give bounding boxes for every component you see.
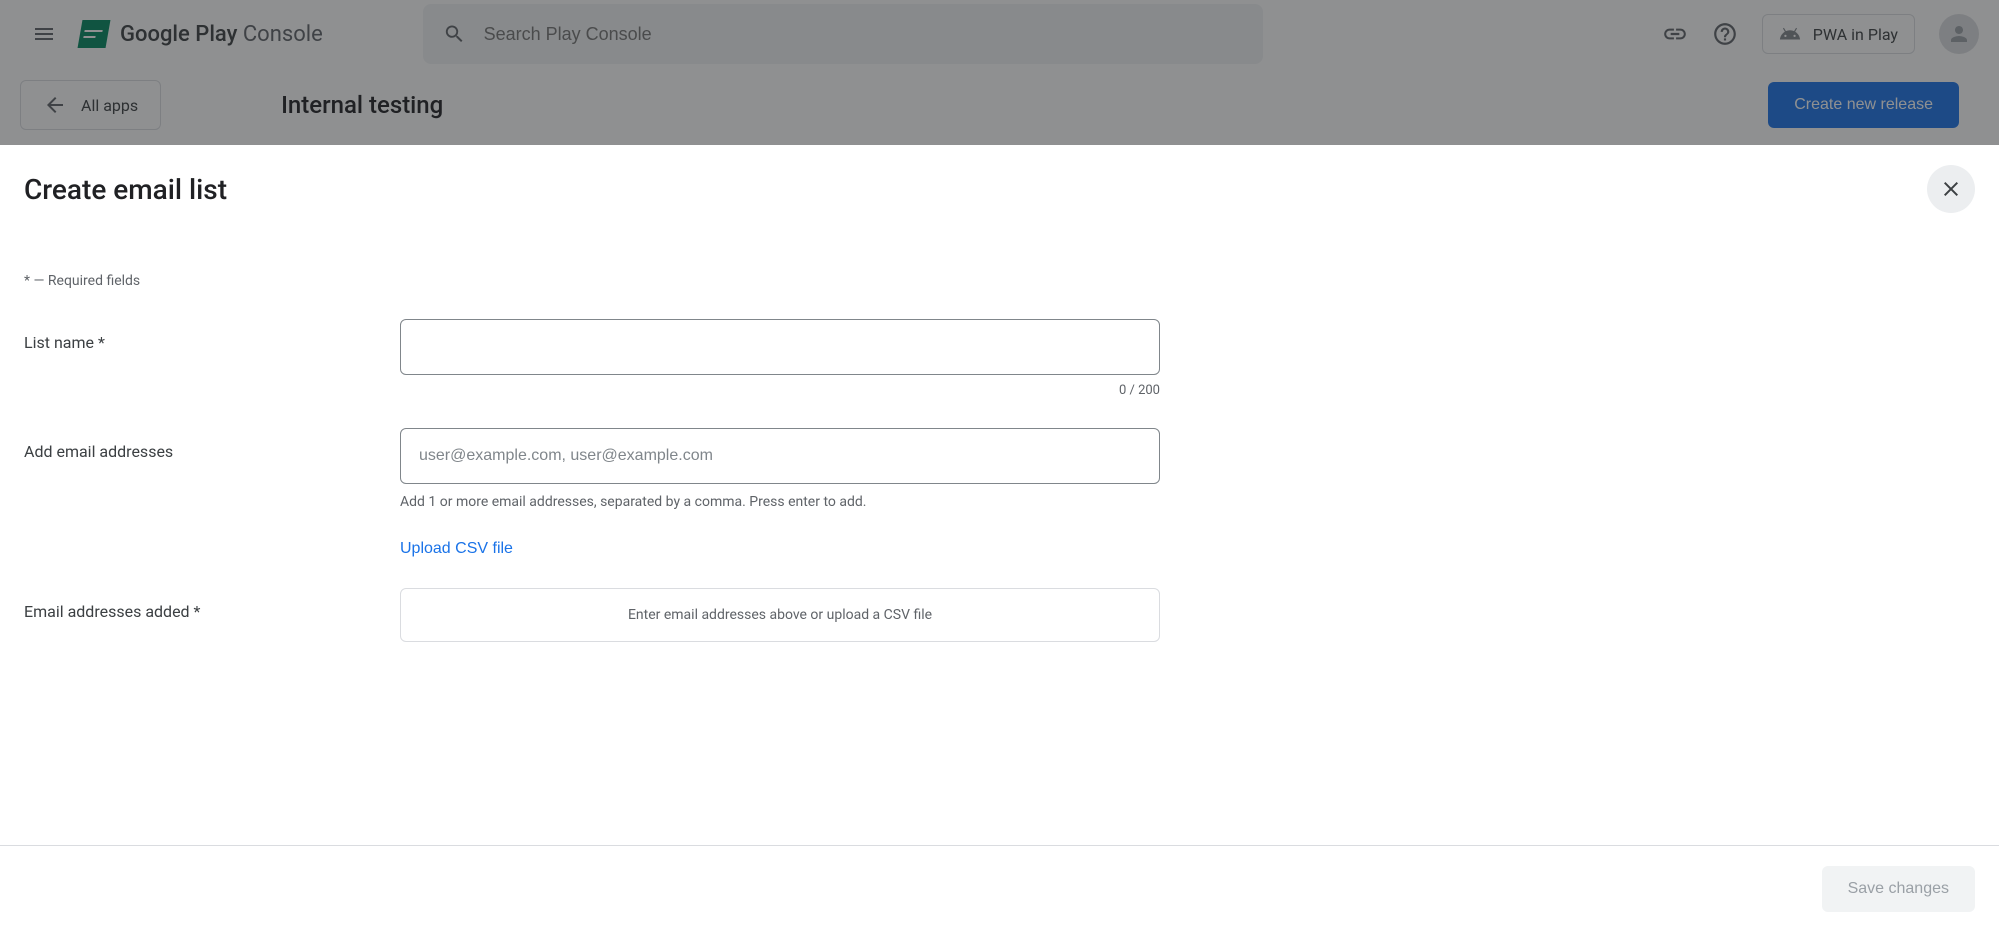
all-apps-label: All apps [81, 96, 138, 115]
page-title: Internal testing [281, 91, 443, 119]
user-avatar[interactable] [1939, 14, 1979, 54]
list-name-char-count: 0 / 200 [400, 383, 1160, 398]
list-name-label: List name * [24, 319, 400, 352]
background-dimmed: Google Play Console PWA in Play All apps… [0, 0, 1999, 145]
top-bar: Google Play Console PWA in Play [0, 0, 1999, 68]
search-input[interactable] [484, 24, 1243, 45]
emails-added-label: Email addresses added * [24, 588, 400, 621]
dialog-title: Create email list [24, 173, 227, 206]
play-console-logo-icon [78, 20, 111, 48]
android-icon [1779, 23, 1801, 45]
all-apps-button[interactable]: All apps [20, 80, 161, 130]
save-changes-button[interactable]: Save changes [1822, 866, 1975, 912]
topbar-actions: PWA in Play [1662, 14, 1979, 54]
upload-csv-button[interactable]: Upload CSV file [400, 540, 513, 558]
app-selector-chip[interactable]: PWA in Play [1762, 14, 1915, 54]
back-arrow-icon [43, 93, 67, 117]
emails-added-row: Email addresses added * Enter email addr… [24, 588, 1975, 642]
close-icon [1939, 177, 1963, 201]
search-box[interactable] [423, 4, 1263, 64]
search-icon [443, 22, 466, 46]
required-fields-note: * — Required fields [24, 273, 1975, 289]
emails-added-empty-state: Enter email addresses above or upload a … [400, 588, 1160, 642]
add-emails-row: Add email addresses Add 1 or more email … [24, 428, 1975, 558]
dialog-body: * — Required fields List name * 0 / 200 … [0, 223, 1999, 845]
dialog-footer: Save changes [0, 845, 1999, 932]
add-emails-label: Add email addresses [24, 428, 400, 461]
add-emails-input[interactable] [400, 428, 1160, 484]
create-release-button[interactable]: Create new release [1768, 82, 1959, 128]
sub-header: All apps Internal testing Create new rel… [0, 68, 1999, 142]
dialog-header: Create email list [0, 145, 1999, 223]
close-dialog-button[interactable] [1927, 165, 1975, 213]
help-icon[interactable] [1712, 21, 1738, 47]
create-email-list-dialog: Create email list * — Required fields Li… [0, 145, 1999, 932]
hamburger-menu-icon[interactable] [32, 22, 56, 46]
person-icon [1947, 22, 1971, 46]
list-name-row: List name * 0 / 200 [24, 319, 1975, 398]
add-emails-helper: Add 1 or more email addresses, separated… [400, 494, 1160, 510]
logo[interactable]: Google Play Console [80, 20, 323, 48]
logo-text: Google Play Console [120, 22, 323, 47]
link-icon[interactable] [1662, 21, 1688, 47]
app-chip-label: PWA in Play [1813, 25, 1898, 44]
list-name-input[interactable] [400, 319, 1160, 375]
